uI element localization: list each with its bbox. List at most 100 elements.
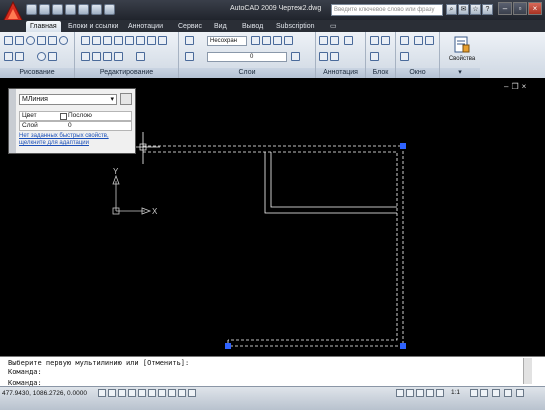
point-icon[interactable] — [48, 52, 57, 61]
panel-grip[interactable] — [9, 89, 16, 153]
panel-title-window[interactable]: Окно — [396, 68, 439, 78]
ucs-icon[interactable] — [400, 36, 409, 45]
multileader-icon[interactable] — [319, 52, 328, 61]
edit-block-icon[interactable] — [370, 52, 379, 61]
array-icon[interactable] — [103, 52, 112, 61]
save-icon[interactable] — [52, 4, 63, 15]
minimize-icon[interactable]: – — [498, 2, 512, 15]
panel-title-properties-arrow[interactable]: ▾ — [440, 68, 480, 78]
tab-output[interactable]: Вывод — [238, 21, 267, 32]
create-block-icon[interactable] — [381, 36, 390, 45]
insert-block-icon[interactable] — [370, 36, 379, 45]
maximize-icon[interactable]: ▫ — [513, 2, 527, 15]
spline-icon[interactable] — [4, 52, 13, 61]
open-file-icon[interactable] — [39, 4, 50, 15]
viewport-close-icon[interactable]: × — [522, 82, 527, 91]
osnap-icon[interactable] — [138, 389, 146, 397]
viewport-restore-icon[interactable]: ❐ — [511, 82, 518, 91]
undo-icon[interactable] — [78, 4, 89, 15]
polyline-icon[interactable] — [15, 36, 24, 45]
tab-tools[interactable]: Сервис — [174, 21, 206, 32]
multiline-text-icon[interactable] — [319, 36, 328, 45]
panel-title-annotation[interactable]: Аннотация — [316, 68, 365, 78]
make-current-icon[interactable] — [185, 52, 194, 61]
layer-match-icon[interactable] — [291, 52, 300, 61]
panel-title-layers[interactable]: Слои — [179, 68, 315, 78]
save-as-icon[interactable] — [65, 4, 76, 15]
plot-icon[interactable] — [104, 4, 115, 15]
line-icon[interactable] — [4, 36, 13, 45]
hatch-icon[interactable] — [15, 52, 24, 61]
layer-state-combo[interactable]: Несохран — [207, 36, 247, 46]
text-style-icon[interactable] — [330, 36, 339, 45]
layer-isolate-icon[interactable] — [273, 36, 282, 45]
rectangle-icon[interactable] — [48, 36, 57, 45]
property-row-layer[interactable]: Слой 0 — [19, 121, 132, 131]
panel-title-modify[interactable]: Редактирование — [75, 68, 178, 78]
properties-icon[interactable] — [453, 36, 471, 54]
panel-title-draw[interactable]: Рисование — [0, 68, 74, 78]
grip-point[interactable] — [225, 343, 231, 349]
table-icon[interactable] — [330, 52, 339, 61]
otrack-icon[interactable] — [148, 389, 156, 397]
switch-windows-icon[interactable] — [400, 52, 409, 61]
layer-state-icon[interactable] — [251, 36, 260, 45]
auto-scale-icon[interactable] — [480, 389, 488, 397]
viewports-icon[interactable] — [414, 36, 423, 45]
ellipse-icon[interactable] — [37, 52, 46, 61]
tab-view[interactable]: Вид — [210, 21, 231, 32]
multiline-object[interactable] — [264, 152, 397, 214]
fillet-icon[interactable] — [147, 36, 156, 45]
close-icon[interactable]: × — [528, 2, 542, 15]
favorites-icon[interactable]: ☆ — [470, 4, 481, 15]
command-line[interactable]: Выберите первую мультилинию или [Отменит… — [0, 356, 545, 387]
annotation-visibility-icon[interactable] — [470, 389, 478, 397]
viewport-minimize-icon[interactable]: – — [504, 82, 508, 91]
extend-icon[interactable] — [136, 52, 145, 61]
linear-dimension-icon[interactable] — [344, 36, 353, 45]
coordinates-readout[interactable]: 477.9430, 1086.2726, 0.0000 — [2, 390, 87, 397]
grip-point[interactable] — [400, 143, 406, 149]
select-objects-icon[interactable] — [120, 93, 132, 105]
stretch-icon[interactable] — [81, 52, 90, 61]
grid-icon[interactable] — [108, 389, 116, 397]
layer-previous-icon[interactable] — [262, 36, 271, 45]
polar-icon[interactable] — [128, 389, 136, 397]
tab-home[interactable]: Главная — [26, 21, 61, 32]
erase-icon[interactable] — [114, 36, 123, 45]
dyn-icon[interactable] — [168, 389, 176, 397]
selected-multiline[interactable] — [143, 145, 404, 347]
layer-combo[interactable]: 0 — [207, 52, 287, 62]
ducs-icon[interactable] — [158, 389, 166, 397]
properties-button[interactable]: Свойства — [444, 56, 480, 62]
pan-icon[interactable] — [416, 389, 424, 397]
customize-link[interactable]: Нет заданных быстрых свойств, щелкните д… — [19, 133, 134, 147]
rotate-icon[interactable] — [92, 36, 101, 45]
copy-icon[interactable] — [125, 36, 134, 45]
scale-icon[interactable] — [92, 52, 101, 61]
grip-point[interactable] — [400, 343, 406, 349]
move-icon[interactable] — [81, 36, 90, 45]
clean-screen-icon[interactable] — [516, 389, 524, 397]
workspace-icon[interactable] — [492, 389, 500, 397]
lock-icon[interactable] — [504, 389, 512, 397]
layout-icon[interactable] — [406, 389, 414, 397]
search-icon[interactable]: ⌕ — [446, 4, 457, 15]
mirror-icon[interactable] — [136, 36, 145, 45]
snap-icon[interactable] — [98, 389, 106, 397]
ribbon-minimize-icon[interactable]: ▭ — [326, 21, 341, 32]
model-space-icon[interactable] — [396, 389, 404, 397]
quick-properties-toggle-icon[interactable] — [188, 389, 196, 397]
lineweight-icon[interactable] — [178, 389, 186, 397]
trim-icon[interactable] — [103, 36, 112, 45]
redo-icon[interactable] — [91, 4, 102, 15]
tab-annotate[interactable]: Аннотации — [124, 21, 167, 32]
layer-properties-icon[interactable] — [185, 36, 194, 45]
help-icon[interactable]: ? — [482, 4, 493, 15]
property-row-color[interactable]: Цвет Послою — [19, 111, 132, 121]
ortho-icon[interactable] — [118, 389, 126, 397]
object-type-select[interactable]: МЛиния ▾ — [19, 94, 117, 105]
communication-center-icon[interactable]: ✉ — [458, 4, 469, 15]
new-file-icon[interactable] — [26, 4, 37, 15]
tab-blocks-references[interactable]: Блоки и ссылки — [64, 21, 122, 32]
